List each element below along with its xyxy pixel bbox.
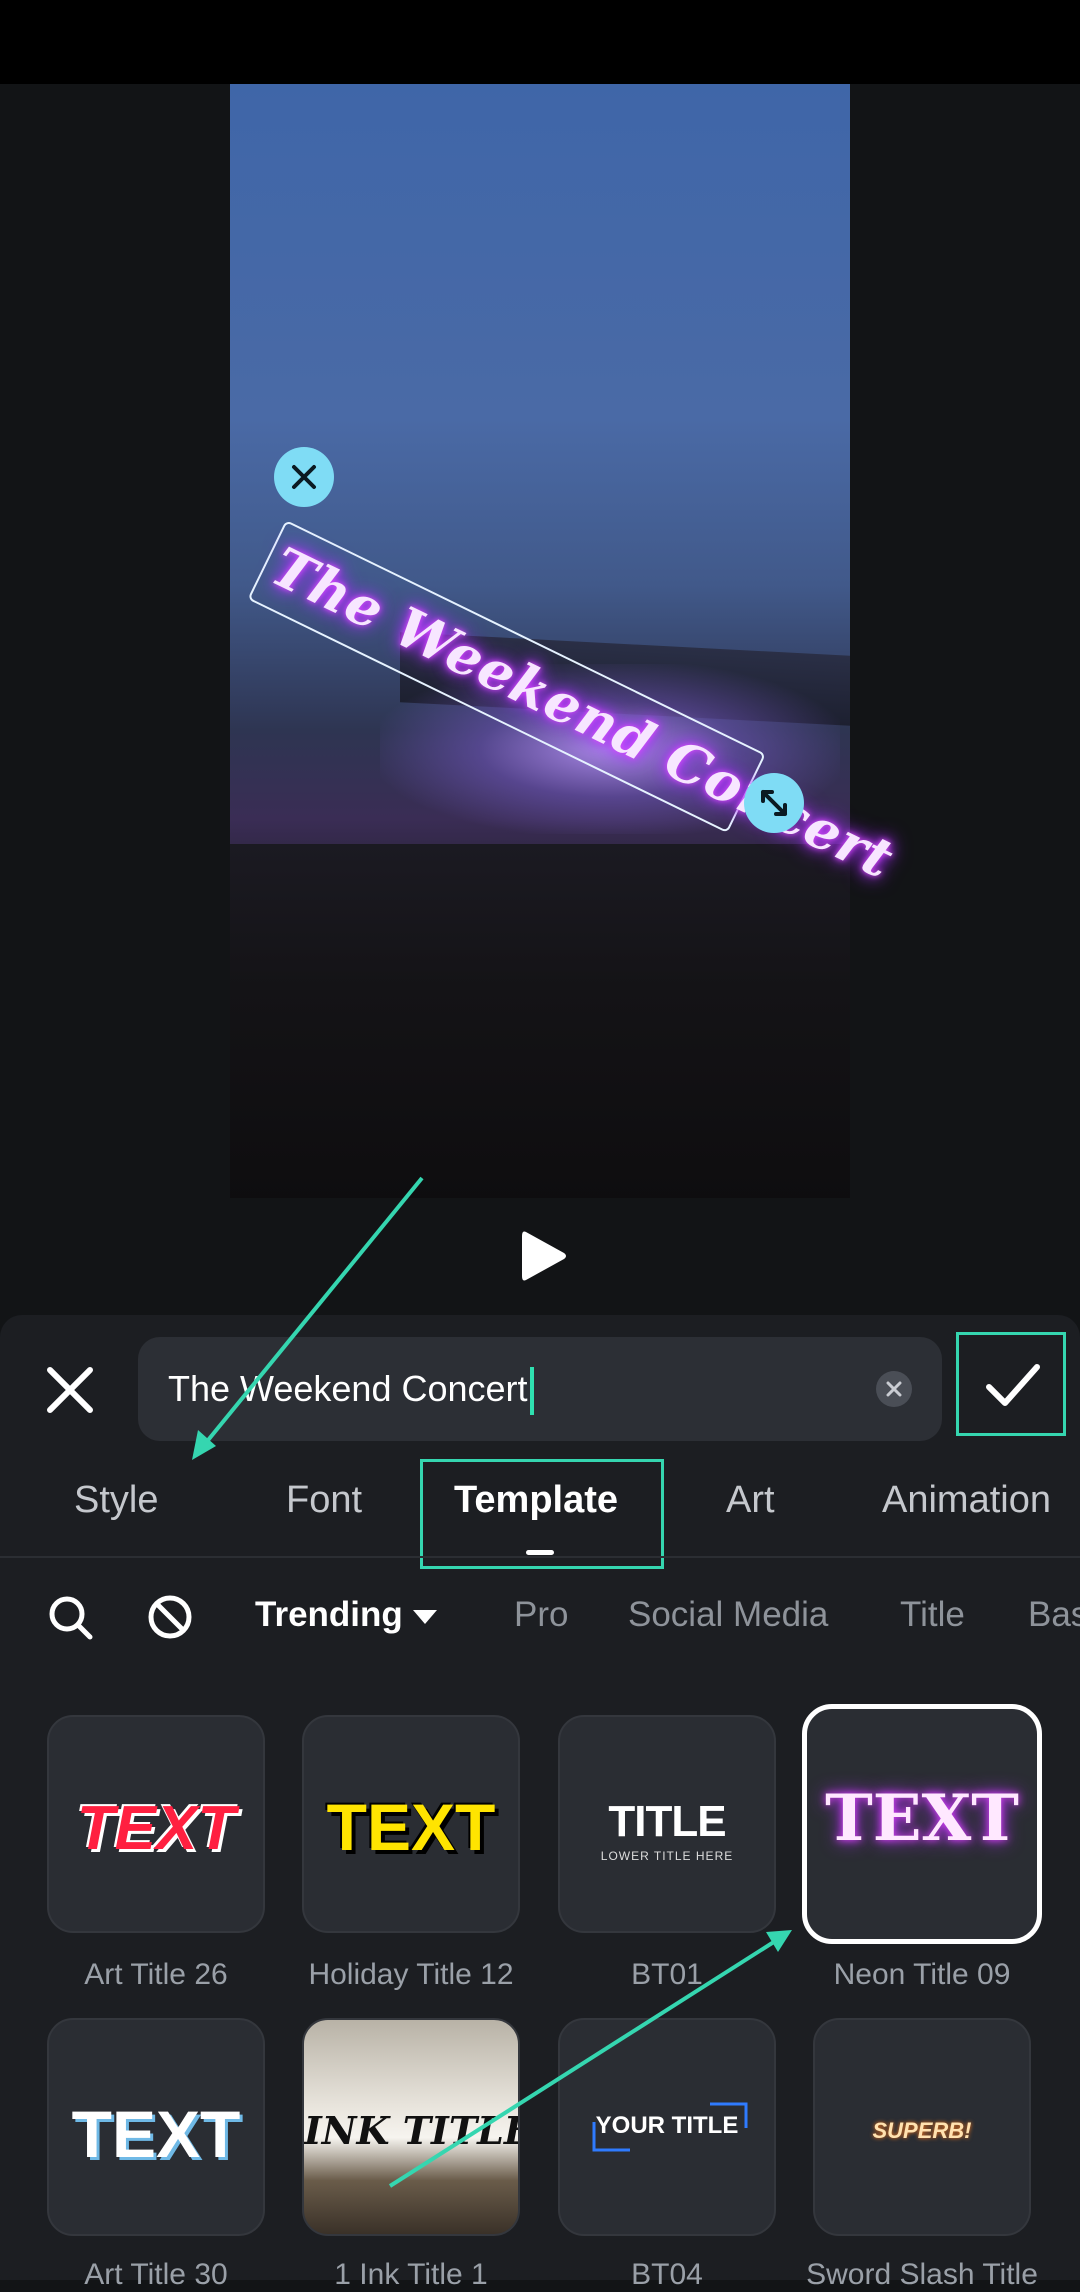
- template-thumb-subtext: LOWER TITLE HERE: [600, 1849, 734, 1863]
- template-label: Neon Title 09: [833, 1958, 1011, 1991]
- filter-title[interactable]: Title: [900, 1585, 965, 1645]
- chevron-down-icon: [412, 1609, 437, 1624]
- template-thumb-text: SUPERB!: [872, 2118, 972, 2143]
- text-input-field[interactable]: The Weekend Concert: [138, 1337, 942, 1441]
- template-label: BT01: [631, 1958, 703, 1991]
- checkmark-icon: [986, 1364, 1040, 1406]
- template-thumb-text: TEXT: [71, 2097, 241, 2171]
- template-label: Sword Slash Title: [806, 2258, 1038, 2291]
- tab-art[interactable]: Art: [726, 1460, 775, 1554]
- text-caret: [529, 1367, 534, 1416]
- template-card-bt01[interactable]: TITLE LOWER TITLE HERE: [558, 1715, 776, 1933]
- template-card-sword-slash-title[interactable]: SUPERB!: [813, 2018, 1031, 2236]
- close-icon: [292, 465, 316, 489]
- divider: [0, 1556, 1080, 1558]
- template-thumb-text: TEXT: [326, 1790, 496, 1864]
- play-button[interactable]: [518, 1228, 568, 1284]
- template-thumb-text: TEXT: [825, 1781, 1019, 1856]
- tab-font[interactable]: Font: [286, 1460, 362, 1554]
- clear-icon: [886, 1381, 902, 1397]
- resize-arrows-icon: [761, 790, 787, 816]
- filter-basic[interactable]: Basic: [1028, 1585, 1080, 1645]
- confirm-button[interactable]: [956, 1332, 1066, 1436]
- status-bar: [0, 0, 1080, 84]
- close-button[interactable]: [40, 1360, 100, 1420]
- crowd: [230, 844, 850, 1198]
- template-card-neon-title-09[interactable]: TEXT: [802, 1704, 1042, 1944]
- template-card-holiday-title-12[interactable]: TEXT: [302, 1715, 520, 1933]
- search-icon[interactable]: [46, 1593, 94, 1641]
- template-label: BT04: [631, 2258, 703, 2291]
- play-icon: [522, 1231, 566, 1281]
- filter-social-media[interactable]: Social Media: [628, 1585, 828, 1645]
- template-card-art-title-26[interactable]: TEXT: [47, 1715, 265, 1933]
- template-card-bt04[interactable]: YOUR TITLE: [558, 2018, 776, 2236]
- filter-pro[interactable]: Pro: [514, 1585, 568, 1645]
- no-template-icon[interactable]: [146, 1593, 194, 1641]
- template-label: Art Title 30: [84, 2258, 228, 2291]
- delete-overlay-handle[interactable]: [274, 447, 334, 507]
- template-thumb-text: YOUR TITLE: [595, 2112, 739, 2139]
- template-thumb-text: TITLE: [608, 1797, 726, 1846]
- template-label: 1 Ink Title 1: [334, 2258, 488, 2291]
- template-thumb-text: INK TITLE: [304, 2108, 520, 2153]
- category-filter-bar: Trending Pro Social Media Title Basic: [0, 1585, 1080, 1645]
- close-icon: [47, 1367, 93, 1413]
- tab-animation[interactable]: Animation: [882, 1460, 1080, 1554]
- template-card-ink-title-1[interactable]: INK TITLE: [302, 2018, 520, 2236]
- text-input-value[interactable]: The Weekend Concert: [168, 1337, 534, 1441]
- clear-text-button[interactable]: [876, 1371, 912, 1407]
- template-thumb-text: TEXT: [76, 1794, 236, 1863]
- annotation-highlight-box: [420, 1459, 664, 1569]
- template-card-art-title-30[interactable]: TEXT: [47, 2018, 265, 2236]
- template-label: Art Title 26: [84, 1958, 228, 1991]
- template-label: Holiday Title 12: [308, 1958, 514, 1991]
- resize-rotate-handle[interactable]: [744, 773, 804, 833]
- filter-trending[interactable]: Trending: [255, 1585, 437, 1645]
- tab-style[interactable]: Style: [74, 1460, 158, 1554]
- video-preview[interactable]: [230, 84, 850, 1198]
